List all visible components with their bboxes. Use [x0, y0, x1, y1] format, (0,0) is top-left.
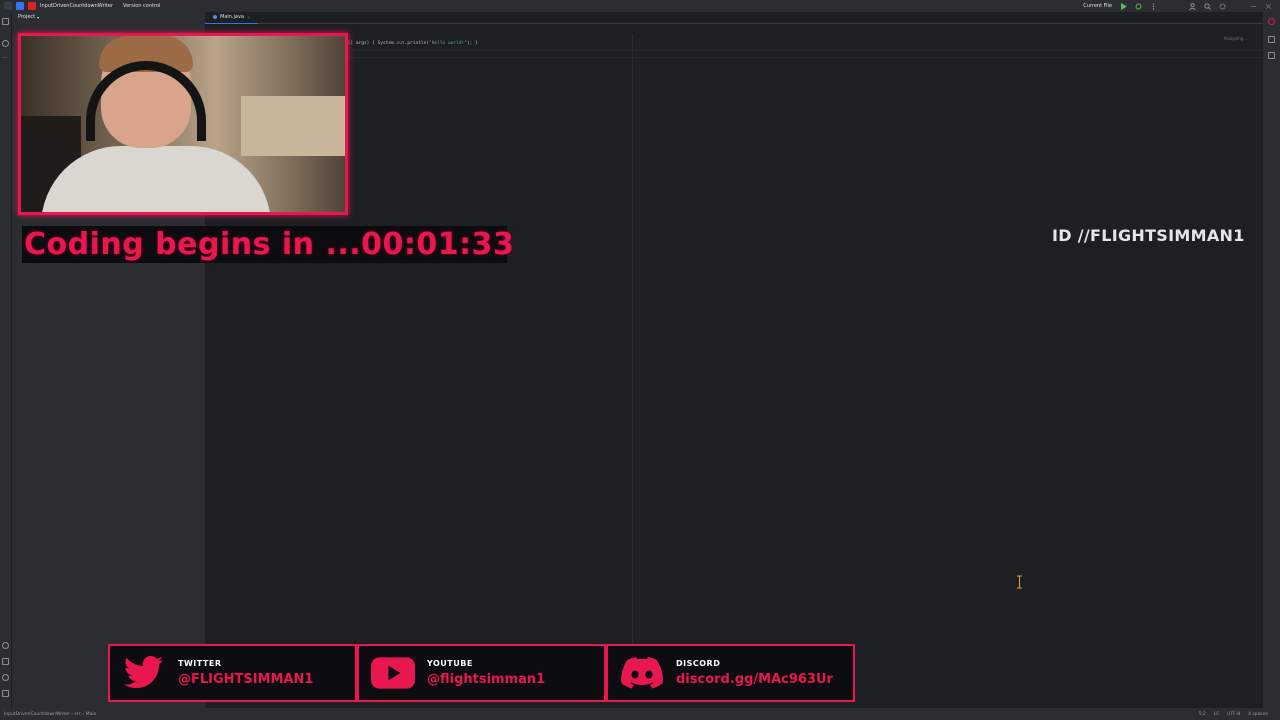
indent-setting[interactable]: 4 spaces [1248, 712, 1268, 717]
close-icon[interactable] [1265, 3, 1272, 10]
social-card-youtube: YOUTUBE @flightsimman1 [357, 644, 606, 702]
streamer-id-tag: ID //FLIGHTSIMMAN1 [1052, 226, 1245, 245]
code-token-field: out [396, 41, 405, 46]
run-configuration-selector[interactable]: Current File [1083, 3, 1112, 9]
close-tab-icon[interactable]: × [247, 15, 250, 20]
webcam-desk [241, 96, 345, 156]
settings-gear-icon[interactable] [1219, 3, 1226, 10]
right-margin-guide [632, 34, 633, 654]
more-actions-icon[interactable] [1150, 2, 1157, 10]
notifications-icon[interactable] [1268, 18, 1275, 25]
git-tool-icon[interactable] [2, 690, 9, 697]
text-cursor-icon [1017, 574, 1022, 589]
line-ending[interactable]: LF [1214, 712, 1219, 717]
java-class-icon [213, 15, 217, 19]
countdown-banner: Coding begins in ...00:01:33 [22, 226, 514, 263]
code-token: .println( [404, 41, 430, 46]
current-line-highlight [205, 50, 1263, 58]
services-tool-icon[interactable] [2, 642, 9, 649]
analysis-status: Analyzing... [1223, 36, 1247, 41]
tab-main-java[interactable]: Main.java × [205, 12, 259, 24]
code-token: ); } [466, 41, 478, 46]
project-panel-header[interactable]: Project ▾ [12, 12, 205, 22]
project-selector[interactable]: InputDrivenCountdownWriter [40, 3, 113, 9]
left-tool-window-bar: ··· [0, 12, 12, 708]
problems-tool-icon[interactable] [2, 674, 9, 681]
editor-area[interactable]: Main.java × g[] args) { System.out.print… [205, 12, 1263, 708]
code-token: g[] args) { System. [345, 41, 397, 46]
social-handle: @FLIGHTSIMMAN1 [178, 672, 314, 687]
social-title: TWITTER [178, 659, 222, 668]
debug-icon[interactable] [1135, 3, 1142, 10]
twitter-bird-icon [122, 653, 166, 693]
search-icon[interactable] [1204, 2, 1211, 10]
main-menu-icon[interactable] [4, 2, 12, 10]
social-card-discord: DISCORD discord.gg/MAc963Ur [606, 644, 855, 702]
version-control-menu[interactable]: Version control [123, 3, 160, 9]
database-icon[interactable] [1268, 52, 1275, 59]
title-bar: InputDrivenCountdownWriter Version contr… [0, 0, 1280, 12]
social-handle: discord.gg/MAc963Ur [676, 672, 833, 687]
project-panel-title: Project [18, 14, 36, 20]
terminal-tool-icon[interactable] [2, 658, 9, 665]
run-icon[interactable] [1120, 2, 1127, 10]
youtube-play-icon [371, 653, 415, 693]
social-title: YOUTUBE [427, 659, 473, 668]
project-widget-icon[interactable] [16, 2, 24, 10]
social-links-bar: TWITTER @FLIGHTSIMMAN1 YOUTUBE @flightsi… [108, 644, 855, 702]
record-icon [28, 2, 36, 10]
file-encoding[interactable]: UTF-8 [1227, 712, 1240, 717]
chevron-down-icon: ▾ [37, 14, 40, 20]
breadcrumb[interactable]: InputDrivenCountdownWriter › src › Main [4, 712, 96, 717]
minimize-icon[interactable] [1250, 3, 1257, 10]
webcam-overlay [18, 33, 348, 215]
code-token-string: "Hello world!" [429, 41, 467, 46]
commit-tool-icon[interactable] [2, 40, 9, 47]
ai-assistant-icon[interactable] [1268, 36, 1275, 43]
project-tool-icon[interactable] [2, 18, 9, 25]
social-handle: @flightsimman1 [427, 672, 546, 687]
status-bar: InputDrivenCountdownWriter › src › Main … [0, 708, 1280, 720]
more-tools-icon[interactable]: ··· [2, 56, 9, 63]
social-card-twitter: TWITTER @FLIGHTSIMMAN1 [108, 644, 357, 702]
countdown-text: Coding begins in ...00:01:33 [24, 227, 515, 262]
caret-position[interactable]: 5:2 [1199, 712, 1206, 717]
editor-tabs: Main.java × [205, 12, 1263, 24]
tab-label: Main.java [220, 14, 245, 20]
right-tool-window-bar [1263, 12, 1280, 708]
social-title: DISCORD [676, 659, 721, 668]
code-line[interactable]: g[] args) { System.out.println("Hello wo… [345, 41, 478, 46]
account-icon[interactable] [1189, 2, 1196, 10]
discord-icon [620, 653, 664, 693]
ide-window: InputDrivenCountdownWriter Version contr… [0, 0, 1280, 720]
